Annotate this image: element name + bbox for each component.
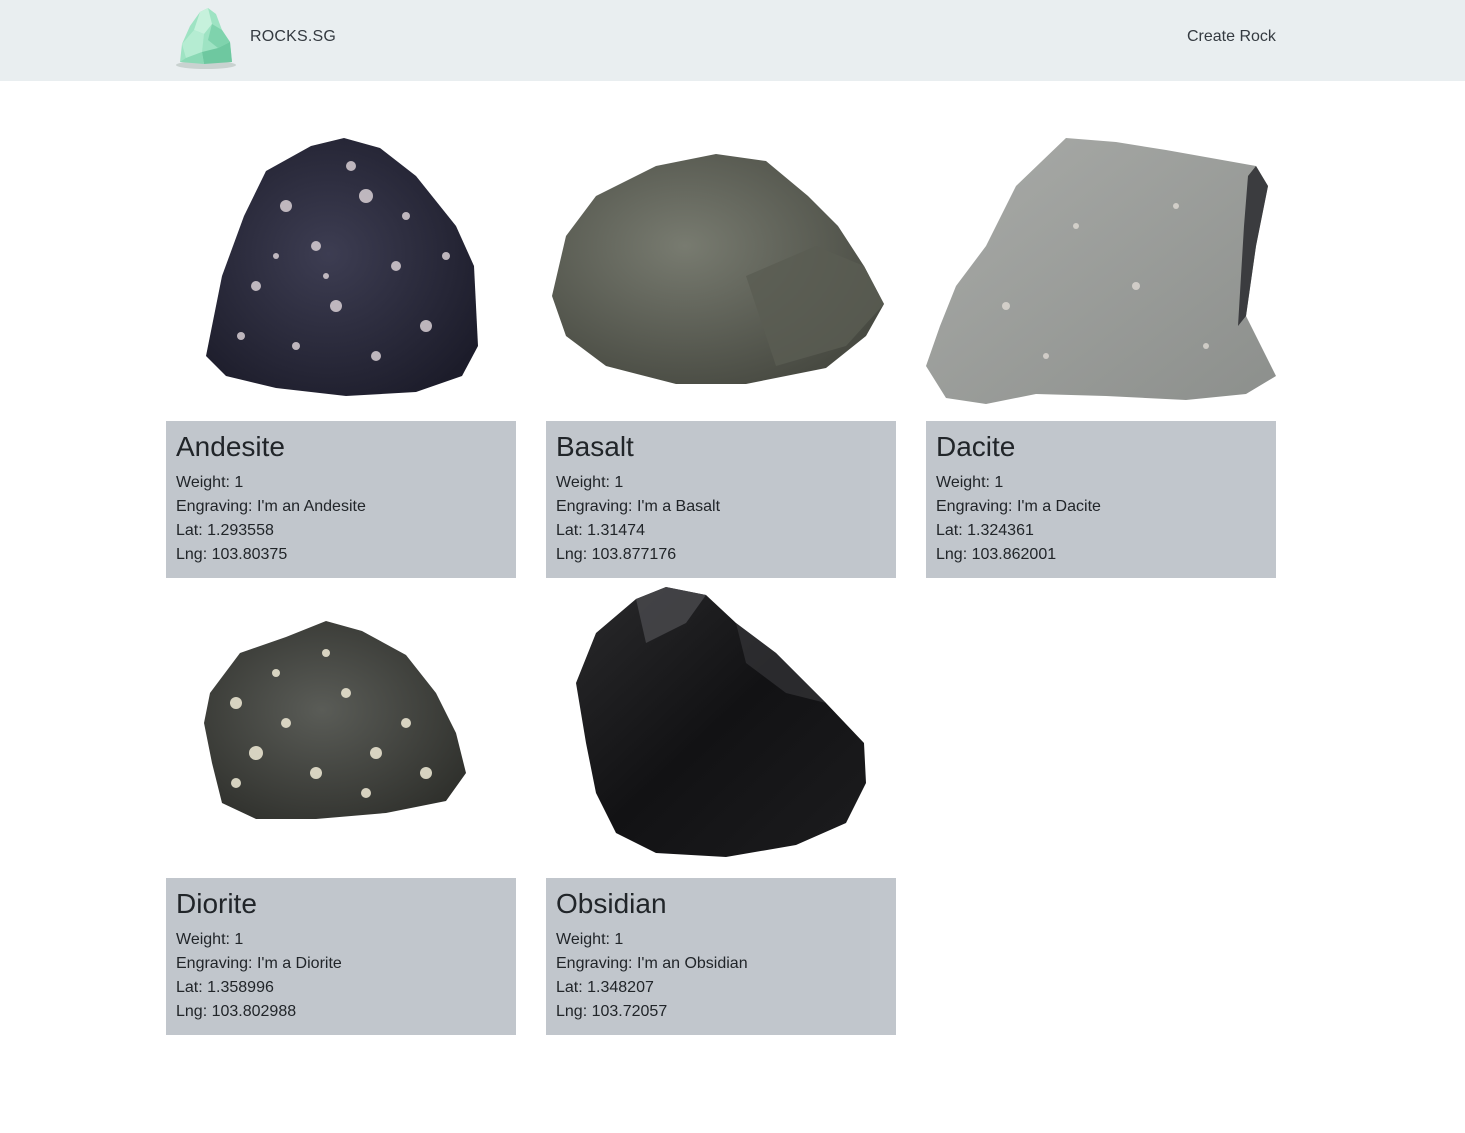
basalt-rock-photo	[552, 154, 884, 384]
rock-weight: Weight: 1	[556, 931, 624, 948]
rock-lat: Lat: 1.348207	[556, 979, 654, 996]
rock-lat: Lat: 1.324361	[936, 522, 1034, 539]
rock-engraving: Engraving: I'm a Diorite	[176, 955, 342, 972]
rock-name: Basalt	[556, 431, 634, 462]
rock-name: Andesite	[176, 431, 285, 462]
rock-name: Diorite	[176, 888, 257, 919]
rock-card-body: Obsidian Weight: 1 Engraving: I'm an Obs…	[546, 878, 896, 1035]
rock-lng: Lng: 103.80375	[176, 546, 288, 563]
brand-link[interactable]: ROCKS.SG	[250, 28, 336, 46]
rock-name: Obsidian	[556, 888, 667, 919]
dacite-rock-photo	[926, 138, 1276, 404]
rock-card-body: Diorite Weight: 1 Engraving: I'm a Diori…	[166, 878, 516, 1035]
rock-lat: Lat: 1.358996	[176, 979, 274, 996]
obsidian-rock-photo	[576, 587, 866, 857]
rock-lng: Lng: 103.72057	[556, 1003, 668, 1020]
rock-weight: Weight: 1	[176, 474, 244, 491]
rock-engraving: Engraving: I'm a Basalt	[556, 498, 721, 515]
rock-engraving: Engraving: I'm an Andesite	[176, 498, 366, 515]
rock-weight: Weight: 1	[556, 474, 624, 491]
rock-card-body: Basalt Weight: 1 Engraving: I'm a Basalt…	[546, 421, 896, 578]
rock-lat: Lat: 1.293558	[176, 522, 274, 539]
rock-card-body: Andesite Weight: 1 Engraving: I'm an And…	[166, 421, 516, 578]
rock-weight: Weight: 1	[176, 931, 244, 948]
rock-lng: Lng: 103.862001	[936, 546, 1057, 563]
rock-name: Dacite	[936, 431, 1016, 462]
diorite-rock-photo	[204, 621, 466, 819]
rock-lat: Lat: 1.31474	[556, 522, 645, 539]
create-rock-link[interactable]: Create Rock	[1187, 28, 1276, 46]
rock-lng: Lng: 103.802988	[176, 1003, 297, 1020]
green-crystal-icon[interactable]	[172, 4, 240, 70]
rock-card-body: Dacite Weight: 1 Engraving: I'm a Dacite…	[926, 421, 1276, 578]
rock-engraving: Engraving: I'm a Dacite	[936, 498, 1101, 515]
rock-engraving: Engraving: I'm an Obsidian	[556, 955, 748, 972]
rock-weight: Weight: 1	[936, 474, 1004, 491]
navbar: ROCKS.SG Create Rock	[0, 0, 1465, 81]
rock-lng: Lng: 103.877176	[556, 546, 677, 563]
andesite-rock-photo	[206, 138, 478, 396]
